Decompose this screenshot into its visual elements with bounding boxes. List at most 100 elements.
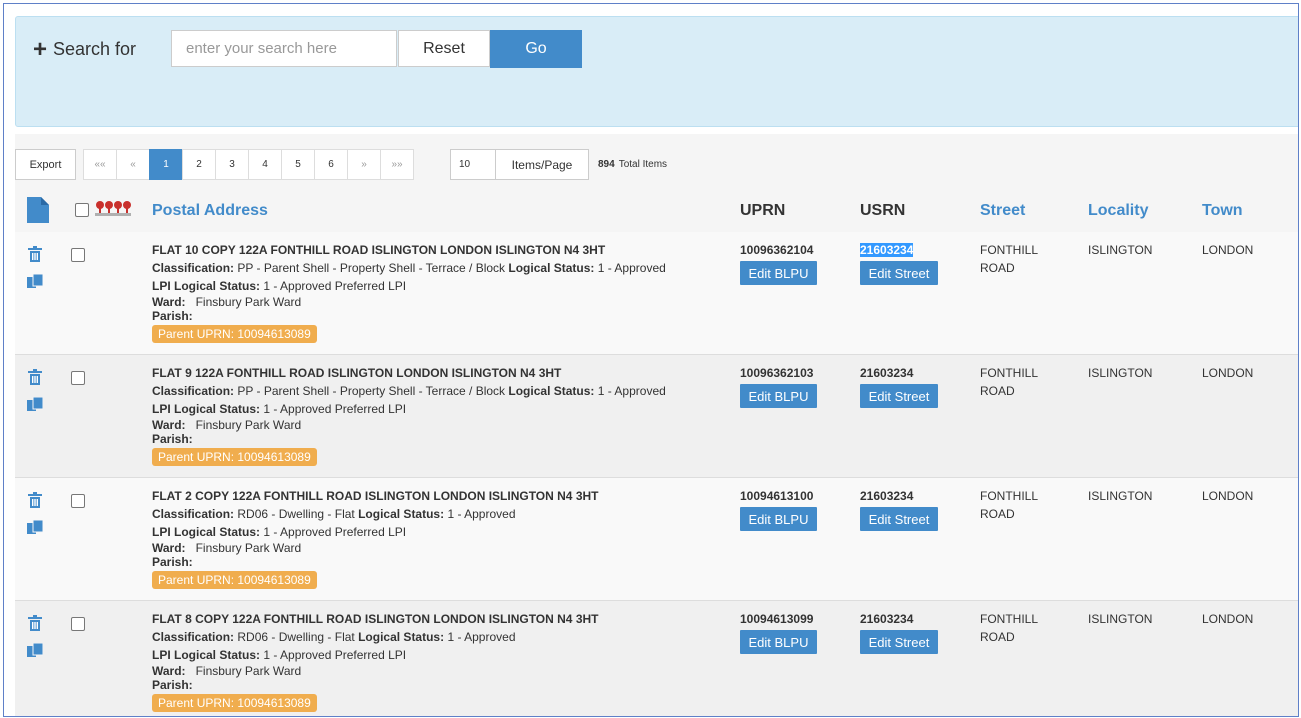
lpi-status-label: LPI Logical Status: xyxy=(152,402,261,416)
app-frame: + Search for Reset Go Export «««123456»»… xyxy=(3,3,1299,717)
row-checkbox[interactable] xyxy=(71,617,85,631)
trash-icon[interactable] xyxy=(28,246,42,265)
table-row: FLAT 10 COPY 122A FONTHILL ROAD ISLINGTO… xyxy=(15,232,1298,355)
page-button[interactable]: 5 xyxy=(281,149,315,180)
parent-uprn-badge[interactable]: Parent UPRN: 10094613089 xyxy=(152,571,317,589)
results-table: Export «« «1 2 3 4 5 6»»» 10 Items/Page 894 Tot… xyxy=(15,134,1298,716)
uprn-value: 10096362104 xyxy=(740,243,814,257)
classification-value: RD06 - Dwelling - Flat xyxy=(237,507,355,521)
logical-status-value: 1 - Approved xyxy=(597,261,666,275)
lpi-status-label: LPI Logical Status: xyxy=(152,648,261,662)
edit-blpu-button[interactable]: Edit BLPU xyxy=(740,630,817,654)
page-button[interactable]: «« xyxy=(83,149,117,180)
street-line-1: FONTHILL xyxy=(980,489,1039,503)
items-per-page-button[interactable]: Items/Page xyxy=(495,149,589,180)
edit-blpu-button[interactable]: Edit BLPU xyxy=(740,261,817,285)
total-label: Total Items xyxy=(618,159,668,170)
copy-icon[interactable] xyxy=(27,519,44,537)
classification-line: Classification: PP - Parent Shell - Prop… xyxy=(152,384,666,398)
row-checkbox[interactable] xyxy=(71,494,85,508)
ward-value: Finsbury Park Ward xyxy=(195,541,302,555)
parent-uprn-badge[interactable]: Parent UPRN: 10094613089 xyxy=(152,448,317,466)
table-row: FLAT 2 COPY 122A FONTHILL ROAD ISLINGTON… xyxy=(15,478,1298,601)
classification-label: Classification: xyxy=(152,507,235,521)
classification-value: PP - Parent Shell - Property Shell - Ter… xyxy=(237,384,506,398)
parent-uprn-badge[interactable]: Parent UPRN: 10094613089 xyxy=(152,325,317,343)
uprn-value: 10094613099 xyxy=(740,612,814,626)
row-checkbox[interactable] xyxy=(71,371,85,385)
locality-value: ISLINGTON xyxy=(1088,612,1153,626)
pagination: «« «1 2 3 4 5 6»»» xyxy=(83,149,414,180)
ward-label: Ward: xyxy=(152,664,186,678)
parish-label: Parish: xyxy=(152,555,193,569)
classification-value: RD06 - Dwelling - Flat xyxy=(237,630,355,644)
edit-blpu-button[interactable]: Edit BLPU xyxy=(740,384,817,408)
page-button[interactable]: « xyxy=(116,149,150,180)
classification-line: Classification: RD06 - Dwelling - Flat L… xyxy=(152,507,516,521)
postal-address: FLAT 10 COPY 122A FONTHILL ROAD ISLINGTO… xyxy=(152,243,606,257)
select-all-checkbox[interactable] xyxy=(75,203,89,217)
search-panel: + Search for Reset Go xyxy=(15,16,1298,127)
page-button[interactable]: 2 xyxy=(182,149,216,180)
items-per-page-input[interactable]: 10 xyxy=(450,149,496,180)
document-icon xyxy=(27,197,49,223)
export-button[interactable]: Export xyxy=(15,149,76,180)
trash-icon[interactable] xyxy=(28,492,42,511)
page-button[interactable]: 1 xyxy=(149,149,183,180)
parish-label: Parish: xyxy=(152,678,193,692)
edit-street-button[interactable]: Edit Street xyxy=(860,507,938,531)
lpi-status-line: LPI Logical Status: 1 - Approved Preferr… xyxy=(152,648,406,662)
reset-button[interactable]: Reset xyxy=(398,30,490,67)
locality-value: ISLINGTON xyxy=(1088,489,1153,503)
edit-street-button[interactable]: Edit Street xyxy=(860,630,938,654)
classification-value: PP - Parent Shell - Property Shell - Ter… xyxy=(237,261,506,275)
logical-status-label: Logical Status: xyxy=(358,507,445,521)
lpi-status-line: LPI Logical Status: 1 - Approved Preferr… xyxy=(152,402,406,416)
page-button[interactable]: 6 xyxy=(314,149,348,180)
column-postal-address[interactable]: Postal Address xyxy=(152,202,268,220)
postal-address: FLAT 9 122A FONTHILL ROAD ISLINGTON LOND… xyxy=(152,366,562,380)
trash-icon[interactable] xyxy=(28,615,42,634)
lpi-status-value: 1 - Approved Preferred LPI xyxy=(263,525,407,539)
trash-icon[interactable] xyxy=(28,369,42,388)
logical-status-value: 1 - Approved xyxy=(447,507,516,521)
copy-icon[interactable] xyxy=(27,642,44,660)
parent-uprn-badge[interactable]: Parent UPRN: 10094613089 xyxy=(152,694,317,712)
locality-value: ISLINGTON xyxy=(1088,366,1153,380)
uprn-value: 10096362103 xyxy=(740,366,814,380)
page-button[interactable]: 3 xyxy=(215,149,249,180)
town-value: LONDON xyxy=(1202,489,1254,503)
plus-icon[interactable]: + xyxy=(33,37,47,61)
go-button[interactable]: Go xyxy=(490,30,582,68)
column-street[interactable]: Street xyxy=(980,202,1025,220)
parish-label: Parish: xyxy=(152,432,193,446)
column-town[interactable]: Town xyxy=(1202,202,1243,220)
page-button[interactable]: 4 xyxy=(248,149,282,180)
edit-blpu-button[interactable]: Edit BLPU xyxy=(740,507,817,531)
usrn-value: 21603234 xyxy=(860,612,914,626)
edit-street-button[interactable]: Edit Street xyxy=(860,261,938,285)
row-checkbox[interactable] xyxy=(71,248,85,262)
street-line-2: ROAD xyxy=(980,507,1015,521)
search-input[interactable] xyxy=(171,30,397,67)
column-uprn: UPRN xyxy=(740,202,786,219)
street-value: FONTHILL ROAD xyxy=(980,241,1038,277)
ward-label: Ward: xyxy=(152,418,186,432)
ward-line: Ward: Finsbury Park Ward xyxy=(152,418,301,432)
copy-icon[interactable] xyxy=(27,396,44,414)
street-line-2: ROAD xyxy=(980,261,1015,275)
street-line-2: ROAD xyxy=(980,384,1015,398)
lpi-status-value: 1 - Approved Preferred LPI xyxy=(263,402,407,416)
page-button[interactable]: » xyxy=(347,149,381,180)
page-button[interactable]: »» xyxy=(380,149,414,180)
column-locality[interactable]: Locality xyxy=(1088,202,1148,220)
edit-street-button[interactable]: Edit Street xyxy=(860,384,938,408)
map-pins-icon[interactable] xyxy=(93,199,133,217)
copy-icon[interactable] xyxy=(27,273,44,291)
logical-status-value: 1 - Approved xyxy=(447,630,516,644)
street-value: FONTHILL ROAD xyxy=(980,610,1038,646)
logical-status-label: Logical Status: xyxy=(508,261,595,275)
search-label[interactable]: + Search for xyxy=(33,37,136,61)
uprn-value: 10094613100 xyxy=(740,489,814,503)
logical-status-label: Logical Status: xyxy=(358,630,445,644)
